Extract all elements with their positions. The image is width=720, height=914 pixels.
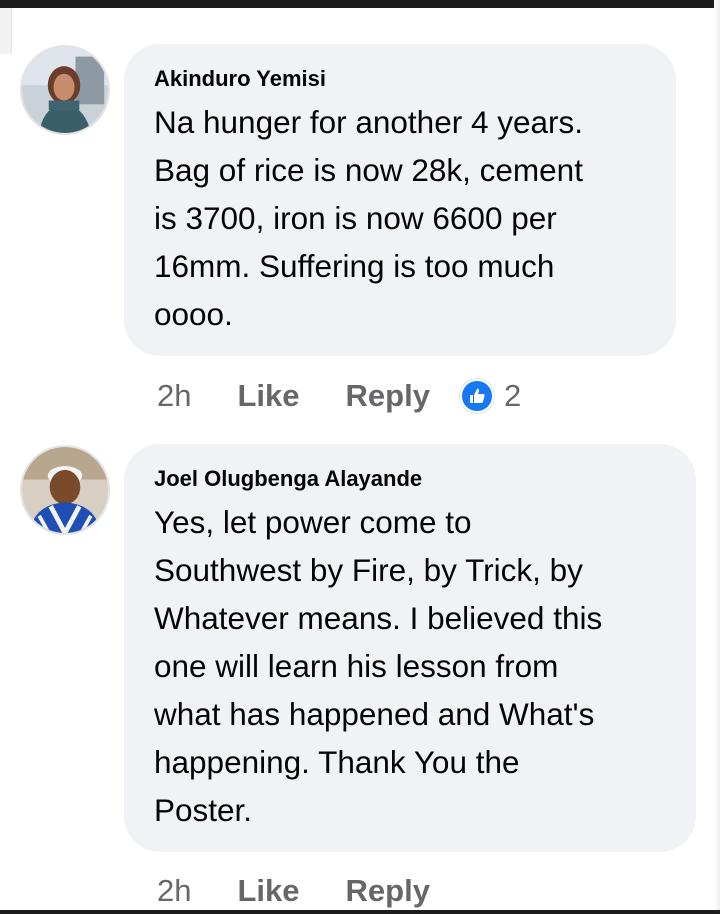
like-button[interactable]: Like (237, 378, 299, 414)
avatar-photo-icon (22, 447, 108, 533)
status-bar-edge (0, 0, 720, 8)
reply-button[interactable]: Reply (346, 378, 430, 414)
comment-text: Na hunger for another 4 years. Bag of ri… (154, 104, 584, 332)
comment-actions: 2h Like Reply 2 (157, 376, 521, 416)
edge-tab (0, 8, 12, 54)
thumbs-up-icon (459, 379, 494, 413)
comment-bubble: Akinduro Yemisi Na hunger for another 4 … (124, 44, 676, 356)
comment-author[interactable]: Joel Olugbenga Alayande (154, 466, 666, 492)
comment-text: Yes, let power come to Southwest by Fire… (154, 504, 603, 828)
comment-actions: 2h Like Reply (157, 871, 460, 911)
reaction-count: 2 (503, 378, 522, 413)
avatar-photo-icon (22, 47, 108, 133)
reply-button[interactable]: Reply (346, 873, 430, 909)
avatar[interactable] (20, 45, 110, 135)
comment-timestamp[interactable]: 2h (157, 378, 191, 414)
comment-author[interactable]: Akinduro Yemisi (154, 66, 646, 92)
comment-bubble: Joel Olugbenga Alayande Yes, let power c… (124, 444, 696, 852)
avatar[interactable] (20, 445, 110, 535)
reaction-summary[interactable]: 2 (459, 378, 522, 414)
screen-bottom-edge (0, 910, 720, 914)
comment-timestamp[interactable]: 2h (157, 873, 191, 909)
like-button[interactable]: Like (237, 873, 299, 909)
screen-edge (714, 0, 720, 914)
